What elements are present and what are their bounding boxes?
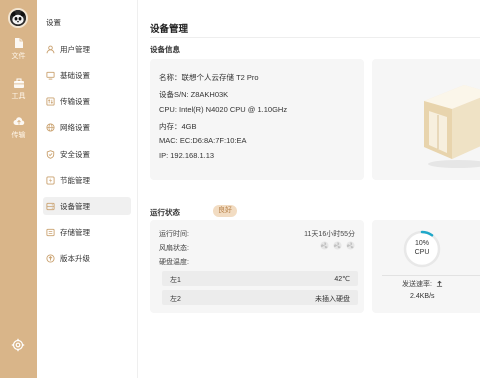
- cpu-label: CPU: [414, 249, 430, 256]
- menu-item-label: 传输设置: [60, 96, 90, 106]
- menu-item-label: 存储管理: [60, 227, 90, 237]
- send-rate-label-text: 发送速率:: [402, 281, 432, 288]
- avatar[interactable]: [8, 8, 28, 28]
- menu-item-label: 基础设置: [60, 70, 90, 80]
- device-icon: [46, 202, 55, 210]
- uptime-label: 运行时间:: [159, 231, 189, 238]
- fan-icon: [346, 241, 355, 250]
- panda-avatar-icon: [10, 10, 26, 26]
- rail-item-files-label: 文件: [11, 53, 26, 60]
- send-rate-value: 2.4KB/s: [410, 293, 435, 300]
- menu-item-transfer-settings[interactable]: 传输设置: [43, 92, 131, 110]
- menu-item-security-settings[interactable]: 安全设置: [43, 145, 131, 163]
- user-icon: [46, 45, 55, 53]
- menu-title: 设置: [46, 18, 61, 27]
- globe-icon: [46, 122, 55, 132]
- menu-item-label: 网络设置: [60, 122, 90, 132]
- menu-item-basic-settings[interactable]: 基础设置: [43, 66, 131, 84]
- monitor-icon: [46, 71, 55, 80]
- device-image-card: [372, 59, 480, 180]
- device-mac: MAC: EC:D6:8A:7F:10:EA: [159, 136, 247, 145]
- disk-value: 42℃: [334, 276, 350, 283]
- device-ip: IP: 192.168.1.13: [159, 151, 215, 160]
- settings-menu: 设置 用户管理 基础设置 传输设置 网络设置 安全设置 节能管理 设备管理 存储…: [37, 0, 138, 378]
- menu-item-energy-management[interactable]: 节能管理: [43, 171, 131, 189]
- fan-icon: [320, 241, 329, 250]
- menu-item-label: 安全设置: [60, 149, 90, 159]
- disk-temp-label: 硬盘温度:: [159, 259, 189, 266]
- menu-item-label: 用户管理: [60, 44, 90, 54]
- fan-status-indicators: [320, 241, 355, 250]
- disk-name: 左2: [170, 296, 181, 303]
- device-name: 名称：联想个人云存储 T2 Pro: [159, 73, 259, 82]
- storage-icon: [46, 228, 55, 236]
- status-title: 运行状态: [150, 208, 180, 217]
- menu-item-network-settings[interactable]: 网络设置: [43, 118, 131, 136]
- rail-item-tools[interactable]: 工具: [0, 77, 37, 101]
- upgrade-icon: [46, 253, 55, 263]
- menu-item-storage-management[interactable]: 存储管理: [43, 223, 131, 241]
- device-cpu: CPU: Intel(R) N4020 CPU @ 1.10GHz: [159, 105, 288, 114]
- rail-item-files[interactable]: 文件: [0, 37, 37, 61]
- disk-value: 未插入硬盘: [315, 296, 350, 303]
- menu-item-version-upgrade[interactable]: 版本升级: [43, 249, 131, 267]
- rail-item-tools-label: 工具: [11, 93, 26, 100]
- menu-item-label: 设备管理: [60, 201, 90, 211]
- disk-row: 左2 未插入硬盘: [162, 290, 358, 305]
- upload-icon: [436, 280, 443, 287]
- status-card: 运行时间: 11天16小时55分 风扇状态: 硬盘温度: 左1 42℃ 左2 未…: [150, 220, 364, 313]
- rail-item-transfer-label: 传输: [11, 132, 26, 139]
- cloud-transfer-icon: [13, 117, 24, 125]
- menu-item-user-management[interactable]: 用户管理: [43, 40, 131, 58]
- send-rate-label: 发送速率:: [402, 279, 443, 289]
- status-badge: 良好: [213, 205, 237, 217]
- file-icon: [14, 38, 23, 48]
- main-panel: 设备管理 设备信息 名称：联想个人云存储 T2 Pro 设备S/N: Z8AKH…: [138, 0, 480, 378]
- transfer-icon: [46, 96, 55, 106]
- disk-row: 左1 42℃: [162, 271, 358, 286]
- fan-status-label: 风扇状态:: [159, 245, 189, 252]
- toolbox-icon: [13, 78, 24, 88]
- lightning-icon: [46, 175, 55, 185]
- uptime-value: 11天16小时55分: [304, 231, 355, 238]
- device-info-card: 名称：联想个人云存储 T2 Pro 设备S/N: Z8AKH03K CPU: I…: [150, 59, 364, 180]
- device-sn: 设备S/N: Z8AKH03K: [159, 90, 229, 99]
- menu-item-device-management[interactable]: 设备管理: [43, 197, 131, 215]
- gear-icon[interactable]: [11, 338, 25, 352]
- menu-item-label: 节能管理: [60, 175, 90, 185]
- page-title: 设备管理: [150, 24, 189, 35]
- cpu-percent: 10%: [414, 240, 429, 247]
- rail-item-transfer[interactable]: 传输: [0, 116, 37, 140]
- cpu-usage-text: 10% CPU: [402, 239, 442, 257]
- cpu-separator: [382, 275, 480, 276]
- title-divider: [150, 37, 480, 38]
- nas-device-image: [424, 85, 480, 168]
- fan-icon: [333, 241, 342, 250]
- device-memory: 内存：4GB: [159, 122, 197, 131]
- cpu-card: 10% CPU 发送速率: 2.4KB/s: [372, 220, 480, 313]
- disk-name: 左1: [170, 277, 181, 284]
- device-info-title: 设备信息: [150, 45, 180, 54]
- left-rail: 文件 工具 传输: [0, 0, 37, 378]
- menu-item-label: 版本升级: [60, 253, 90, 263]
- shield-icon: [46, 149, 55, 159]
